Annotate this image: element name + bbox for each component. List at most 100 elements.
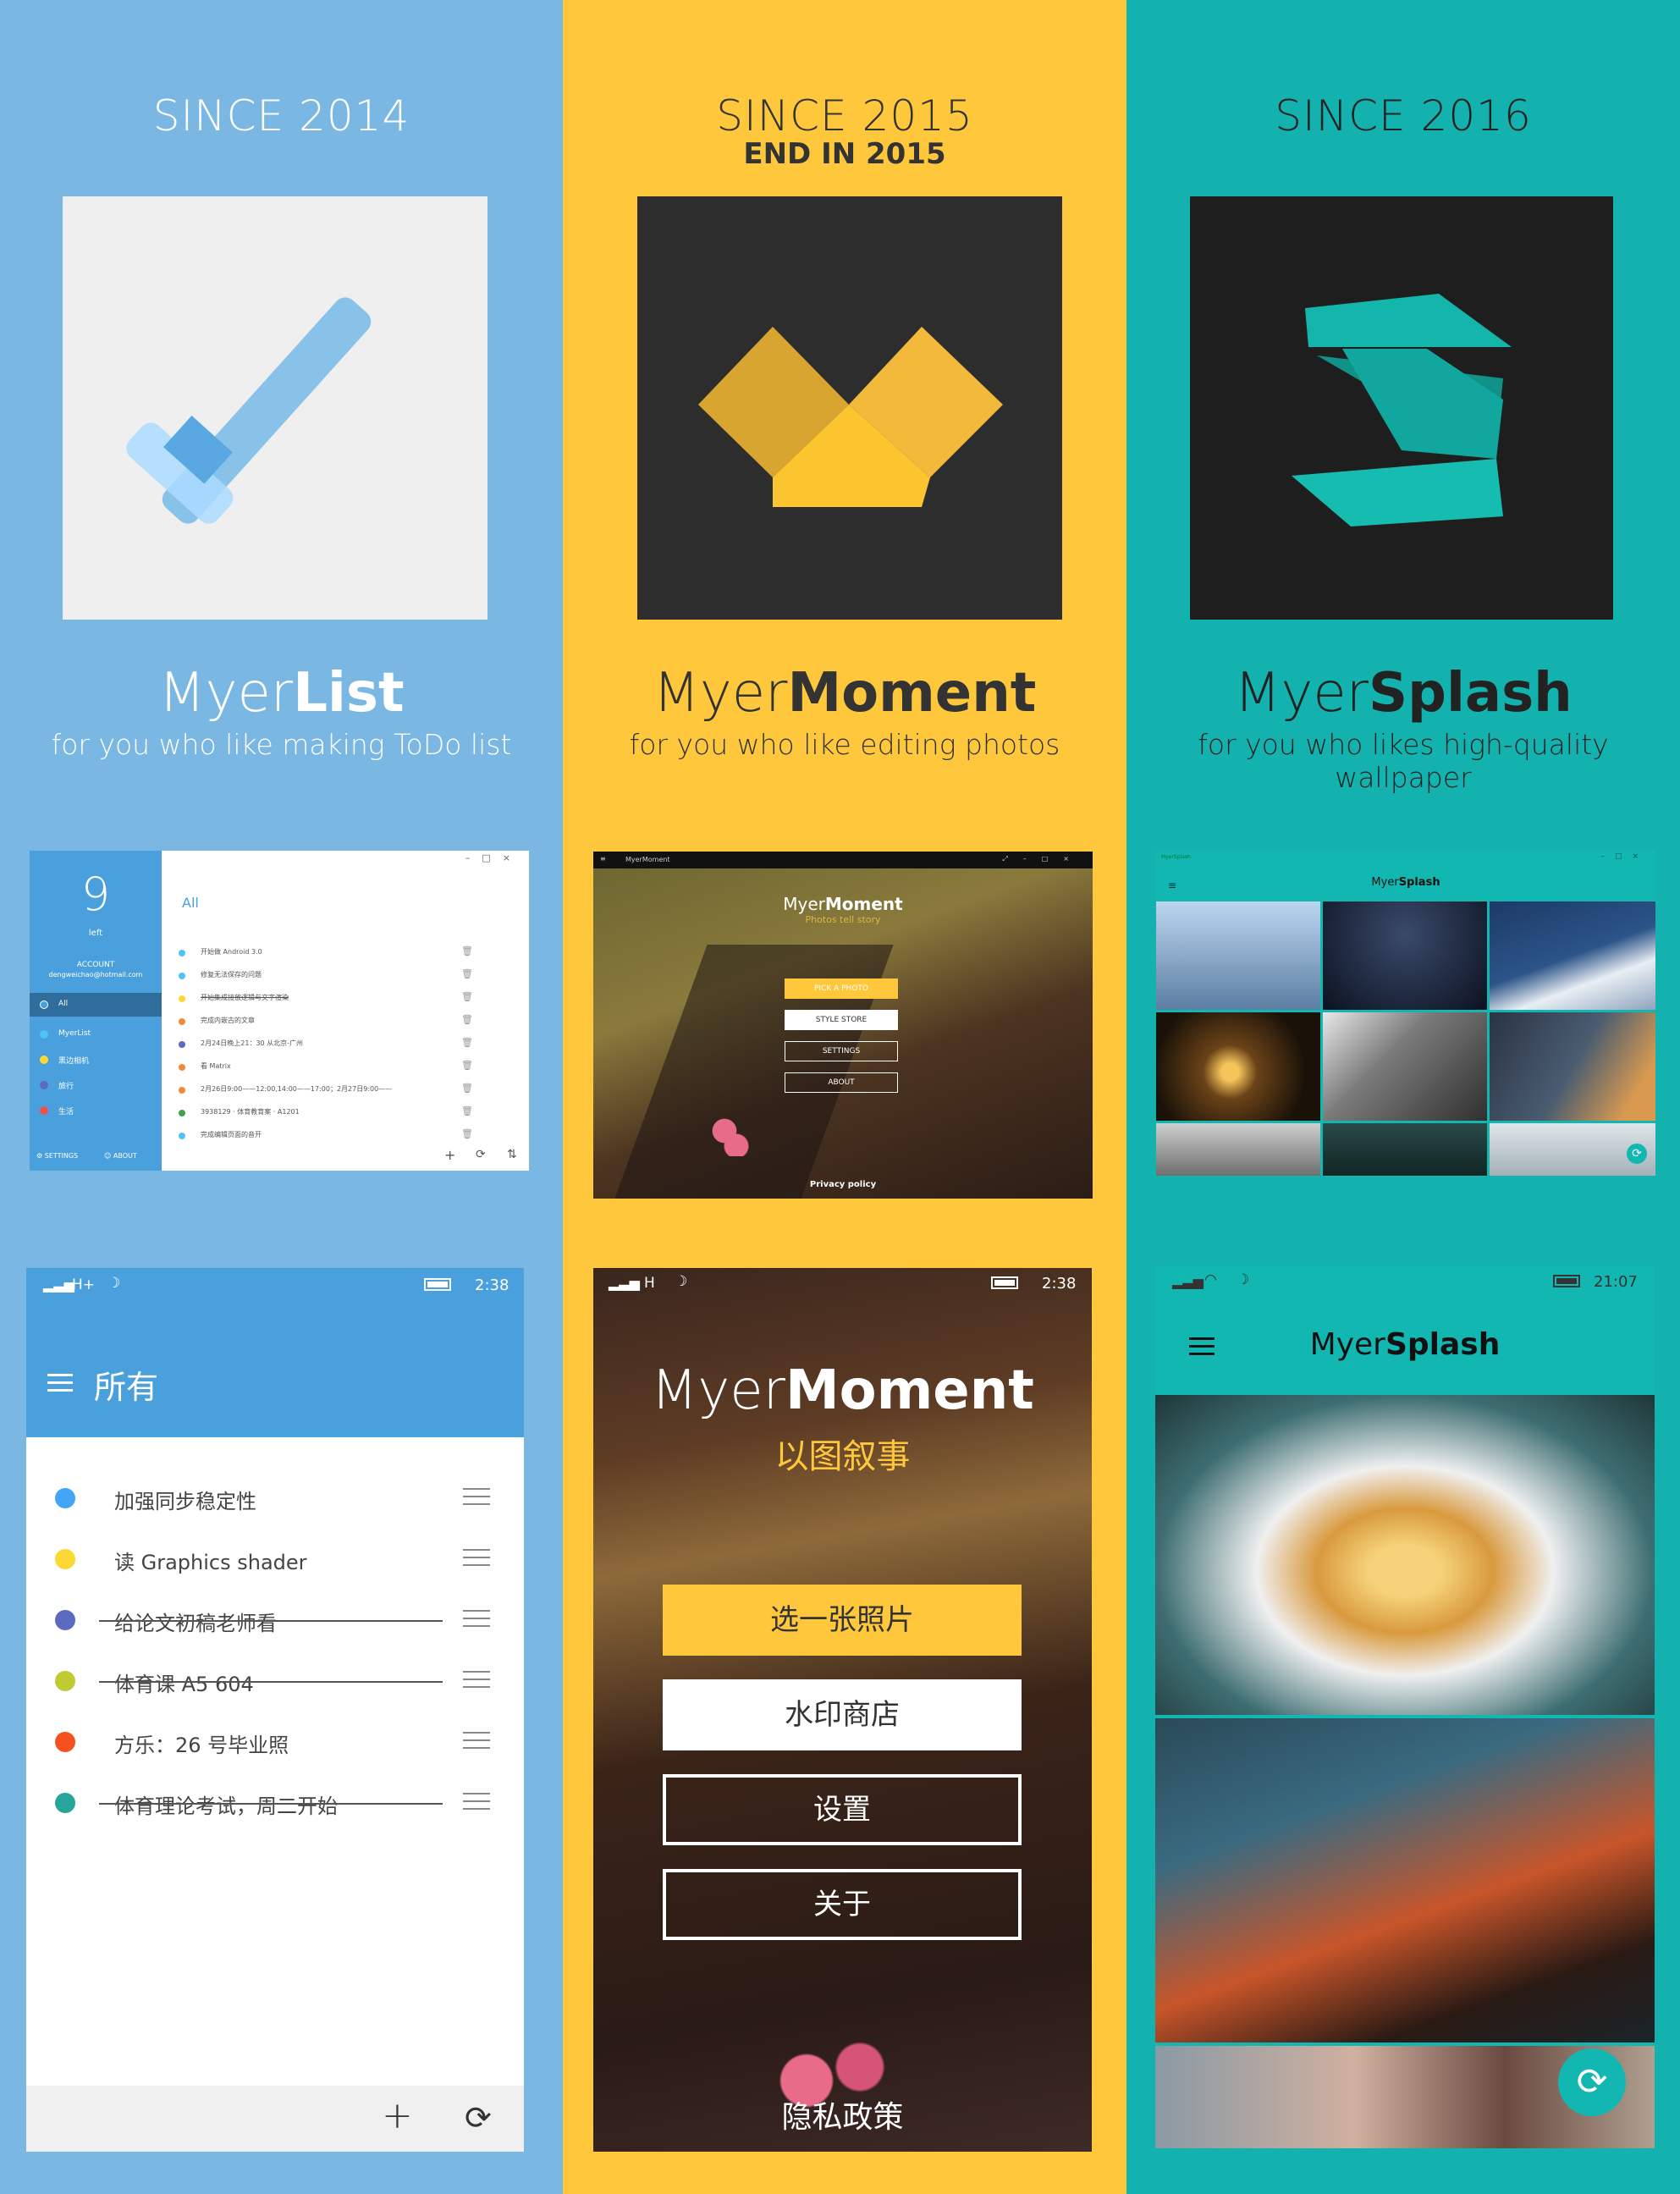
myerlist-since: SINCE 2014 — [152, 91, 410, 141]
myermoment-end: END IN 2015 — [743, 137, 946, 171]
phone-todo-item[interactable]: 体育理论考试，周二开始 — [26, 1783, 524, 1820]
window-controls[interactable]: –□× — [1600, 852, 1649, 861]
sync-icon[interactable]: ⟳ — [476, 1148, 486, 1161]
category-dot — [55, 1793, 75, 1813]
battery-icon — [991, 1276, 1018, 1289]
moon-icon: ☽ — [1237, 1271, 1250, 1288]
strikethrough-line — [99, 1681, 443, 1683]
phone-todo-item[interactable]: 方乐：26 号毕业照 — [26, 1722, 524, 1759]
minimize-button[interactable]: – — [465, 852, 482, 863]
desktop-todo-item[interactable]: 完成内嵌古的文章 🗑 — [179, 1012, 483, 1031]
about-button[interactable]: 关于 — [663, 1869, 1022, 1940]
settings-button[interactable]: 设置 — [663, 1774, 1022, 1845]
phone-todo-item[interactable]: 给论文初稿老师看 — [26, 1600, 524, 1637]
add-icon[interactable]: + — [382, 2094, 413, 2137]
style-store-button[interactable]: STYLE STORE — [785, 1010, 898, 1030]
todo-text: 3938129 · 体育教育案 · A1201 — [201, 1108, 300, 1116]
phone-list-title: 所有 — [94, 1369, 159, 1406]
watermark-store-button[interactable]: 水印商店 — [663, 1679, 1022, 1750]
pick-photo-button[interactable]: PICK A PHOTO — [785, 978, 898, 999]
todo-text: 开始集成接放逻辑与文字渲染 — [201, 994, 289, 1001]
sidebar-item-myerlist[interactable]: MyerList — [30, 1023, 162, 1045]
phone-todo-item[interactable]: 加强同步稳定性 — [26, 1478, 524, 1515]
photo-tile[interactable] — [1156, 1012, 1320, 1121]
privacy-link[interactable]: Privacy policy — [593, 1180, 1093, 1189]
drag-handle-icon[interactable] — [463, 1610, 490, 1629]
delete-icon[interactable]: 🗑 — [461, 1060, 473, 1071]
maximize-button[interactable]: □ — [482, 852, 502, 863]
settings-button[interactable]: SETTINGS — [785, 1041, 898, 1061]
todo-text: 开始做 Android 3.0 — [201, 948, 262, 956]
category-dot — [40, 1030, 48, 1039]
category-dot — [179, 973, 185, 979]
refresh-button[interactable]: ⟳ — [1558, 2048, 1626, 2116]
close-button[interactable]: × — [503, 852, 522, 863]
sidebar-item-travel[interactable]: 旅行 — [30, 1074, 162, 1096]
app-subtitle: 以图叙事 — [774, 1437, 911, 1476]
sidebar-item-camera[interactable]: 黑边相机 — [30, 1049, 162, 1071]
hamburger-icon[interactable] — [47, 1374, 73, 1396]
delete-icon[interactable]: 🗑 — [461, 1083, 473, 1094]
myermoment-phone: ▂▃▅ H ☽ 2:38 MyerMoment 以图叙事 选一张照片 水印商店 … — [593, 1268, 1092, 2152]
desktop-todo-item[interactable]: 2月24日晚上21：30 从北京-广州 🗑 — [179, 1035, 483, 1054]
category-dot — [179, 1133, 185, 1139]
sidebar-item-life[interactable]: 生活 — [30, 1100, 162, 1122]
delete-icon[interactable]: 🗑 — [461, 1014, 473, 1025]
drag-handle-icon[interactable] — [463, 1793, 490, 1811]
sidebar-item-label: 旅行 — [58, 1083, 74, 1091]
delete-icon[interactable]: 🗑 — [461, 1105, 473, 1116]
moon-icon: ☽ — [675, 1273, 688, 1290]
drag-handle-icon[interactable] — [463, 1549, 490, 1568]
window-title: MyerSplash — [1161, 854, 1191, 860]
desktop-todo-item[interactable]: 开始集成接放逻辑与文字渲染 🗑 — [179, 990, 483, 1008]
signal-icon: ▂▃▅ — [1172, 1273, 1204, 1289]
myerlist-sidebar: 9 left ACCOUNT dengweichao@hotmail.com A… — [30, 851, 162, 1171]
add-icon[interactable]: + — [444, 1147, 455, 1163]
photo-tile[interactable] — [1323, 901, 1487, 1010]
about-link[interactable]: ☺ ABOUT — [104, 1152, 137, 1160]
strikethrough-line — [99, 1620, 443, 1622]
photo-tile[interactable] — [1490, 901, 1655, 1010]
about-button[interactable]: ABOUT — [785, 1072, 898, 1093]
window-controls[interactable]: ⤢–□× — [1002, 855, 1084, 863]
delete-icon[interactable]: 🗑 — [461, 991, 473, 1002]
delete-icon[interactable]: 🗑 — [461, 1128, 473, 1139]
desktop-todo-item[interactable]: 开始做 Android 3.0 🗑 — [179, 944, 483, 962]
desktop-todo-item[interactable]: 3938129 · 体育教育案 · A1201 🗑 — [179, 1104, 483, 1122]
delete-icon[interactable]: 🗑 — [461, 968, 473, 979]
drag-handle-icon[interactable] — [463, 1732, 490, 1750]
photo-tile-fries[interactable] — [1155, 1395, 1655, 1715]
settings-link[interactable]: ⚙ SETTINGS — [36, 1152, 78, 1160]
desktop-todo-item[interactable]: 完成编辑页面的音开 🗑 — [179, 1127, 483, 1145]
privacy-link[interactable]: 隐私政策 — [593, 2092, 1092, 2136]
window-title: MyerMoment — [625, 856, 670, 863]
delete-icon[interactable]: 🗑 — [461, 945, 473, 956]
drag-handle-icon[interactable] — [463, 1671, 490, 1690]
photo-tile[interactable] — [1323, 1012, 1487, 1121]
app-title: MyerSplash — [1155, 1327, 1655, 1362]
phone-todo-item[interactable]: 体育课 A5 604 — [26, 1661, 524, 1698]
drag-handle-icon[interactable] — [463, 1488, 490, 1507]
photo-tile[interactable] — [1490, 1012, 1655, 1121]
delete-icon[interactable]: 🗑 — [461, 1037, 473, 1048]
pick-photo-button[interactable]: 选一张照片 — [663, 1585, 1022, 1656]
photo-tile-drinks[interactable] — [1155, 1718, 1655, 2042]
myersplash-desktop-window: MyerSplash –□× ≡ MyerSplash ⟳ — [1156, 851, 1655, 1176]
photo-tile[interactable] — [1156, 901, 1320, 1010]
desktop-todo-item[interactable]: 修复无法保存的问题 🗑 — [179, 967, 483, 985]
photo-tile[interactable] — [1156, 1123, 1320, 1176]
phone-todo-item[interactable]: 读 Graphics shader — [26, 1539, 524, 1576]
sync-icon[interactable]: ⟳ — [465, 2099, 492, 2136]
sort-icon[interactable]: ⇅ — [507, 1148, 517, 1161]
category-dot — [40, 1001, 48, 1009]
todo-text: 完成内嵌古的文章 — [201, 1017, 255, 1024]
photo-tile[interactable] — [1323, 1123, 1487, 1176]
title-light: Myer — [1371, 876, 1399, 889]
sidebar-item-label: All — [58, 1000, 69, 1008]
refresh-button[interactable]: ⟳ — [1627, 1144, 1647, 1164]
hamburger-icon[interactable]: ≡ — [600, 855, 606, 863]
desktop-todo-item[interactable]: 2月26日9:00——12:00,14:00——17:00；2月27日9:00—… — [179, 1081, 483, 1100]
desktop-todo-item[interactable]: 看 Matrix 🗑 — [179, 1058, 483, 1077]
status-time: 21:07 — [1594, 1273, 1638, 1291]
sidebar-item-all[interactable]: All — [30, 993, 162, 1017]
